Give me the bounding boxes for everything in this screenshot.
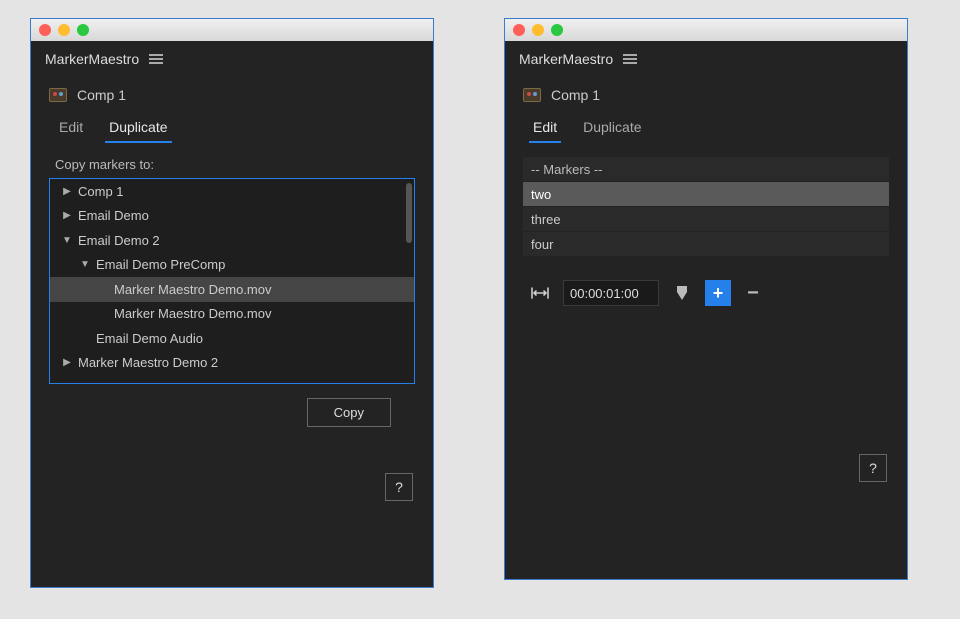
tree-label: Email Demo Audio <box>96 331 203 346</box>
help-button[interactable]: ? <box>385 473 413 501</box>
marker-list: -- Markers -- twothreefour <box>523 157 889 256</box>
minimize-icon[interactable] <box>58 24 70 36</box>
window-duplicate: MarkerMaestro Comp 1 Edit Duplicate Copy… <box>30 18 434 588</box>
target-tree: ▶ Comp 1 ▶ Email Demo ▼ Email Demo 2 ▼ Email De… <box>49 178 415 384</box>
tree-label: Email Demo PreComp <box>96 257 225 272</box>
composition-icon <box>49 88 67 102</box>
minimize-icon[interactable] <box>532 24 544 36</box>
panel-body: Comp 1 Edit Duplicate Copy markers to: ▶… <box>31 77 433 587</box>
section-label: Copy markers to: <box>55 157 415 172</box>
copy-button[interactable]: Copy <box>307 398 391 427</box>
tabs: Edit Duplicate <box>529 117 889 143</box>
panel-header: MarkerMaestro <box>505 41 907 77</box>
panel-header: MarkerMaestro <box>31 41 433 77</box>
marker-icon[interactable] <box>669 280 695 306</box>
timecode-input[interactable] <box>563 280 659 306</box>
tree-row[interactable]: ▶ Comp 1 <box>50 179 414 204</box>
tree-spacer <box>78 331 92 345</box>
marker-row[interactable]: two <box>523 182 889 206</box>
tabs: Edit Duplicate <box>55 117 415 143</box>
tree-spacer <box>96 307 110 321</box>
panel-title: MarkerMaestro <box>45 51 139 67</box>
tab-duplicate[interactable]: Duplicate <box>105 117 171 143</box>
comp-row: Comp 1 <box>49 87 415 103</box>
tab-edit[interactable]: Edit <box>529 117 561 143</box>
tab-duplicate[interactable]: Duplicate <box>579 117 645 143</box>
close-icon[interactable] <box>39 24 51 36</box>
marker-row[interactable]: four <box>523 232 889 256</box>
titlebar <box>31 19 433 41</box>
tree-label: Comp 1 <box>78 184 124 199</box>
comp-row: Comp 1 <box>523 87 889 103</box>
help-button[interactable]: ? <box>859 454 887 482</box>
chevron-right-icon[interactable]: ▶ <box>60 184 74 198</box>
fit-width-icon[interactable] <box>527 280 553 306</box>
marker-row[interactable]: three <box>523 207 889 231</box>
menu-icon[interactable] <box>149 54 163 64</box>
tree-row[interactable]: Marker Maestro Demo.mov <box>50 302 414 327</box>
panel-body: Comp 1 Edit Duplicate -- Markers -- twot… <box>505 77 907 579</box>
tree-row[interactable]: Marker Maestro Demo.mov <box>50 277 414 302</box>
tree-label: Marker Maestro Demo 2 <box>78 355 218 370</box>
panel-title: MarkerMaestro <box>519 51 613 67</box>
chevron-down-icon[interactable]: ▼ <box>60 233 74 247</box>
comp-name: Comp 1 <box>551 87 600 103</box>
comp-name: Comp 1 <box>77 87 126 103</box>
tree-spacer <box>96 282 110 296</box>
tree-row[interactable]: ▶ Marker Maestro Demo 2 <box>50 351 414 376</box>
scrollbar[interactable] <box>406 183 412 243</box>
window-edit: MarkerMaestro Comp 1 Edit Duplicate -- M… <box>504 18 908 580</box>
zoom-icon[interactable] <box>77 24 89 36</box>
tree-label: Email Demo 2 <box>78 233 160 248</box>
tree-row[interactable]: ▼ Email Demo PreComp <box>50 253 414 278</box>
titlebar <box>505 19 907 41</box>
composition-icon <box>523 88 541 102</box>
add-button[interactable]: + <box>705 280 731 306</box>
marker-list-header: -- Markers -- <box>523 157 889 181</box>
tree-row[interactable]: Email Demo Audio <box>50 326 414 351</box>
chevron-right-icon[interactable]: ▶ <box>60 356 74 370</box>
tree-label: Marker Maestro Demo.mov <box>114 282 271 297</box>
tree-label: Email Demo <box>78 208 149 223</box>
tree-label: Marker Maestro Demo.mov <box>114 306 271 321</box>
menu-icon[interactable] <box>623 54 637 64</box>
tree-row[interactable]: ▼ Email Demo 2 <box>50 228 414 253</box>
tab-edit[interactable]: Edit <box>55 117 87 143</box>
tree-row[interactable]: ▶ Email Demo <box>50 204 414 229</box>
controls: + − <box>527 280 889 306</box>
close-icon[interactable] <box>513 24 525 36</box>
zoom-icon[interactable] <box>551 24 563 36</box>
remove-button[interactable]: − <box>741 281 765 305</box>
chevron-down-icon[interactable]: ▼ <box>78 258 92 272</box>
chevron-right-icon[interactable]: ▶ <box>60 209 74 223</box>
